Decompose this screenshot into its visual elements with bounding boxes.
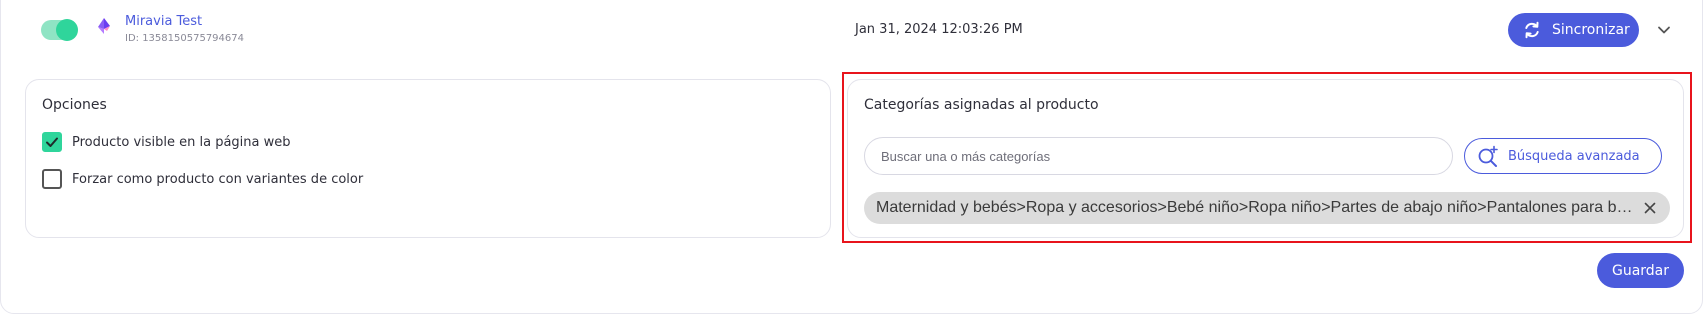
toggle-knob[interactable] (56, 19, 78, 41)
category-search-input[interactable] (864, 137, 1453, 175)
visible-on-web-option[interactable]: Producto visible en la página web (42, 132, 291, 152)
last-sync-date: Jan 31, 2024 12:03:26 PM (855, 22, 1023, 37)
options-panel: Opciones Producto visible en la página w… (25, 79, 831, 238)
miravia-logo-icon (98, 18, 110, 34)
categories-title: Categorías asignadas al producto (864, 97, 1099, 113)
categories-panel: Categorías asignadas al producto Búsqued… (847, 79, 1684, 238)
advanced-search-label: Búsqueda avanzada (1508, 148, 1640, 164)
force-color-variants-label: Forzar como producto con variantes de co… (72, 171, 364, 187)
assigned-category-chip: Maternidad y bebés>Ropa y accesorios>Beb… (864, 192, 1670, 224)
assigned-category-path: Maternidad y bebés>Ropa y accesorios>Beb… (876, 199, 1634, 216)
store-name[interactable]: Miravia Test (125, 14, 202, 29)
channel-toggle[interactable] (41, 19, 78, 41)
chevron-down-icon[interactable] (1656, 22, 1672, 38)
visible-on-web-checkbox[interactable] (42, 132, 62, 152)
force-color-variants-option[interactable]: Forzar como producto con variantes de co… (42, 169, 363, 189)
sync-button-label: Sincronizar (1552, 22, 1630, 38)
store-id: ID: 1358150575794674 (125, 33, 244, 44)
search-plus-icon (1478, 145, 1498, 167)
visible-on-web-label: Producto visible en la página web (72, 134, 291, 150)
advanced-search-button[interactable]: Búsqueda avanzada (1464, 138, 1662, 174)
checkmark-icon (46, 137, 58, 147)
force-color-variants-checkbox[interactable] (42, 169, 62, 189)
close-icon[interactable] (1642, 200, 1658, 216)
save-button[interactable]: Guardar (1597, 253, 1684, 288)
sync-button[interactable]: Sincronizar (1508, 13, 1639, 47)
options-title: Opciones (42, 97, 107, 113)
sync-icon (1525, 21, 1539, 39)
